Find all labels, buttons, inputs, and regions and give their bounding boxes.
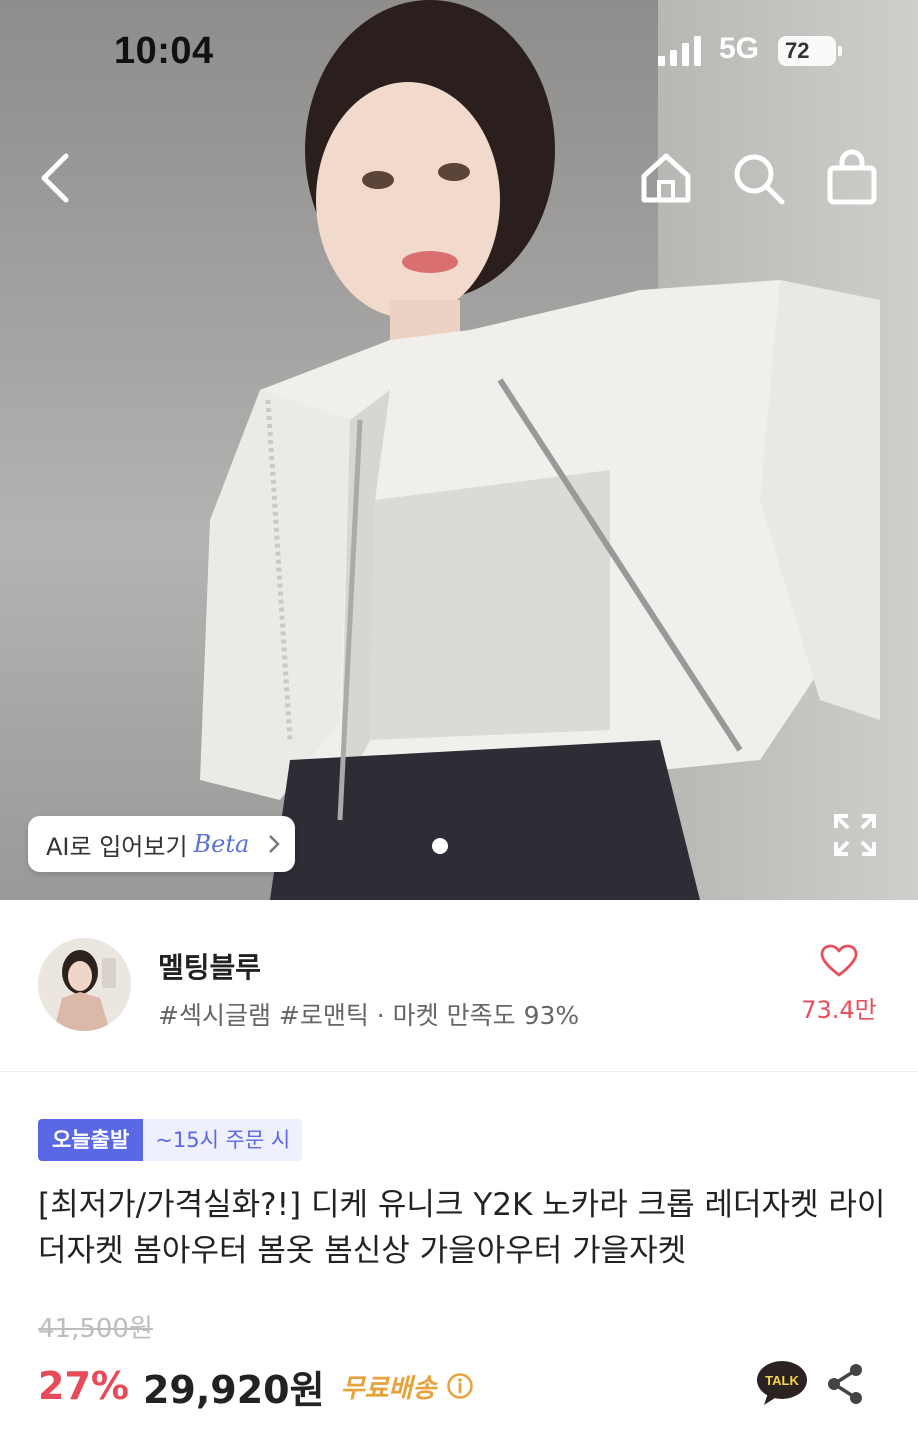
product-title: [최저가/가격실화?!] 디케 유니크 Y2K 노카라 크롭 레더자켓 라이더자… [38,1187,886,1269]
model-photo [200,0,880,900]
beta-label: Beta [193,830,250,858]
talk-label: TALK [765,1373,799,1388]
signal-icon [658,36,701,66]
price-row: 27% 29,920원 무료배송 [38,1358,474,1414]
chevron-right-icon [269,835,280,853]
info-icon[interactable] [446,1372,474,1400]
shop-tags: #섹시글램 #로맨틱 · 마켓 만족도 93% [158,1001,580,1030]
delivery-badges: 오늘출발 ~15시 주문 시 [38,1119,303,1161]
home-icon[interactable] [636,148,696,208]
expand-icon[interactable] [832,812,878,858]
like-button[interactable]: 73.4만 [790,944,888,1025]
shop-avatar[interactable] [38,938,131,1031]
battery-indicator: 72 [778,36,842,66]
network-type: 5G [719,32,760,65]
product-image[interactable]: 10:04 5G 72 AI로 입어보기 Beta [0,0,918,900]
today-shipping-badge: 오늘출발 [38,1119,144,1161]
original-price: 41,500원 [38,1314,153,1344]
heart-icon [820,944,858,977]
free-shipping-label: 무료배송 [340,1373,437,1404]
status-time: 10:04 [114,30,214,72]
order-deadline-badge: ~15시 주문 시 [143,1119,303,1161]
search-icon[interactable] [728,148,788,208]
discount-rate: 27% [38,1364,129,1408]
talk-icon[interactable]: TALK [756,1359,808,1407]
back-icon[interactable] [28,148,88,208]
like-count: 73.4만 [801,996,877,1024]
ai-try-on-button[interactable]: AI로 입어보기 Beta [28,816,295,872]
shop-name[interactable]: 멜팅블루 [158,946,261,986]
status-bar: 10:04 5G 72 [0,0,918,100]
shop-info[interactable]: 멜팅블루 #섹시글램 #로맨틱 · 마켓 만족도 93% 73.4만 [0,900,918,1072]
sale-price: 29,920원 [142,1367,325,1412]
share-icon[interactable] [826,1362,866,1406]
image-pager-dot [432,838,448,854]
bag-icon[interactable] [822,148,882,208]
ai-try-on-label: AI로 입어보기 [46,832,188,861]
